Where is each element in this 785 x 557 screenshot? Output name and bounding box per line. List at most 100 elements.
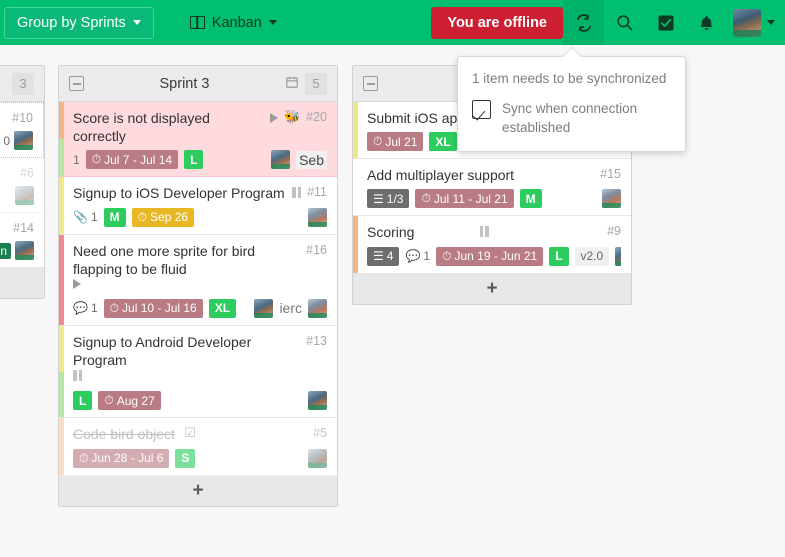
column-cards: Score is not displayed correctly 🐝 #20 1…: [59, 102, 337, 476]
avatar: [271, 150, 291, 170]
card-priority-stripe: [353, 102, 358, 159]
card-date-badge: ⏱ Jul 11 - Jul 21: [415, 189, 514, 209]
column-cards: #10 0 #6 #14 n: [0, 102, 44, 268]
offline-status-badge[interactable]: You are offline: [431, 6, 563, 39]
group-by-button[interactable]: Group by Sprints: [4, 6, 154, 39]
pause-icon[interactable]: [73, 370, 82, 382]
pause-icon[interactable]: [292, 187, 302, 199]
card-checklist-badge: ☰ 1/3: [367, 189, 410, 209]
card-size-badge: M: [519, 189, 542, 209]
card-priority-stripe: [59, 177, 64, 234]
group-by-label: Group by Sprints: [17, 14, 126, 31]
chevron-down-icon: [767, 20, 775, 25]
sync-on-connection-option[interactable]: Sync when connection established: [472, 99, 671, 137]
card-size-badge: XL: [208, 298, 237, 318]
add-card-button[interactable]: +: [353, 273, 631, 304]
card-date-badge: ⏱ Sep 26: [131, 207, 195, 227]
play-icon[interactable]: [269, 113, 278, 123]
card-date-badge: ⏱ Jun 19 - Jun 21: [436, 246, 544, 266]
card[interactable]: #6: [0, 158, 44, 213]
board-column-sprint-3: Sprint 3 5 Score is not displayed correc…: [58, 65, 338, 507]
avatar: [308, 448, 327, 468]
card-id: #13: [306, 333, 327, 348]
add-card-button[interactable]: [0, 268, 44, 298]
card-size-badge: L: [184, 150, 204, 170]
card-date-badge: ⏱ Aug 27: [98, 391, 161, 411]
sync-popover: 1 item needs to be synchronized Sync whe…: [457, 56, 686, 153]
card-id: #16: [306, 242, 327, 257]
card-assignee-fragment: ierc: [279, 300, 302, 317]
user-menu-button[interactable]: [727, 0, 785, 45]
card[interactable]: #10 0: [0, 102, 44, 158]
avatar: [15, 241, 34, 260]
card-id: #11: [307, 185, 327, 200]
card-comment-count: 💬 1: [73, 301, 98, 316]
bug-icon: 🐝: [283, 109, 301, 124]
card-title: Signup to iOS Developer Program: [73, 185, 285, 202]
card-size-badge: S: [175, 448, 196, 468]
card[interactable]: Need one more sprite for bird flapping t…: [59, 234, 337, 326]
card-size-badge: L: [549, 246, 569, 266]
card[interactable]: Signup to Android Developer Program #13 …: [59, 325, 337, 419]
card[interactable]: Scoring #9 ☰ 4 💬 1 ⏱ Jun 19 - Jun 21 L v2.0: [353, 216, 631, 274]
card-title: Scoring: [367, 224, 415, 241]
card[interactable]: Code bird object ☑ #5 ⏱ Jun 28 - Jul 6 S: [59, 418, 337, 476]
card-id: #6: [20, 166, 34, 180]
card[interactable]: Add multiplayer support #15 ☰ 1/3 ⏱ Jul 11…: [353, 159, 631, 217]
column-card-count: 5: [305, 72, 327, 95]
sync-on-connection-label: Sync when connection established: [502, 101, 638, 136]
board-column-partial: 3 #10 0 #6 #14 n: [0, 65, 45, 299]
chevron-down-icon: [268, 20, 277, 25]
card-size-badge: XL: [429, 132, 457, 152]
plus-icon: +: [486, 278, 498, 300]
card-priority-stripe: [59, 102, 64, 177]
avatar: [254, 298, 274, 318]
card-date-badge: ⏱ Jul 10 - Jul 16: [103, 298, 203, 318]
column-header: 3: [0, 66, 44, 102]
view-mode-button[interactable]: Kanban: [182, 7, 285, 39]
card-attachment-count: 📎 1: [73, 210, 98, 225]
card-size-badge: L: [73, 391, 93, 411]
sync-popover-title: 1 item needs to be synchronized: [472, 71, 667, 86]
search-icon[interactable]: [604, 0, 645, 45]
card-priority-stripe: [59, 234, 64, 325]
plus-icon: +: [192, 480, 204, 501]
avatar: [733, 8, 761, 37]
column-title: Sprint 3: [159, 75, 210, 92]
avatar: [308, 391, 327, 411]
card[interactable]: Score is not displayed correctly 🐝 #20 1…: [59, 102, 337, 178]
avatar: [14, 131, 33, 150]
sync-icon[interactable]: [563, 0, 604, 45]
checkbox-icon[interactable]: [472, 100, 491, 119]
card-title: Add multiplayer support: [367, 167, 515, 184]
collapse-icon[interactable]: [69, 76, 84, 91]
card-priority-stripe: [59, 325, 64, 418]
card-comment-count: 1: [73, 152, 80, 167]
calendar-icon[interactable]: [285, 75, 299, 92]
card-title: Signup to Android Developer Program: [73, 333, 252, 369]
collapse-icon[interactable]: [363, 76, 378, 91]
tasks-checkbox-icon[interactable]: [645, 0, 686, 45]
avatar: [15, 186, 34, 205]
card-id: #9: [607, 224, 621, 239]
avatar: [615, 246, 621, 266]
card-id: #15: [600, 167, 621, 182]
notifications-bell-icon[interactable]: [686, 0, 727, 45]
card-version-badge: v2.0: [574, 246, 610, 266]
card[interactable]: Signup to iOS Developer Program #11 📎 1 M…: [59, 177, 337, 235]
card-priority-stripe: [353, 159, 358, 216]
add-card-button[interactable]: +: [59, 475, 337, 506]
card-id: #5: [313, 426, 327, 441]
card-date-badge: ⏱ Jul 21: [367, 132, 424, 152]
pause-icon[interactable]: [479, 226, 489, 238]
play-icon[interactable]: [73, 278, 81, 289]
column-card-count: 3: [12, 72, 34, 95]
card[interactable]: #14 n: [0, 213, 44, 268]
chevron-down-icon: [132, 20, 141, 25]
card-id: #20: [306, 110, 327, 124]
card-id: #10: [12, 111, 33, 125]
avatar: [308, 207, 327, 227]
avatar: [602, 189, 621, 209]
card-priority-stripe: [59, 418, 64, 475]
column-header: Sprint 3 5: [59, 66, 337, 102]
